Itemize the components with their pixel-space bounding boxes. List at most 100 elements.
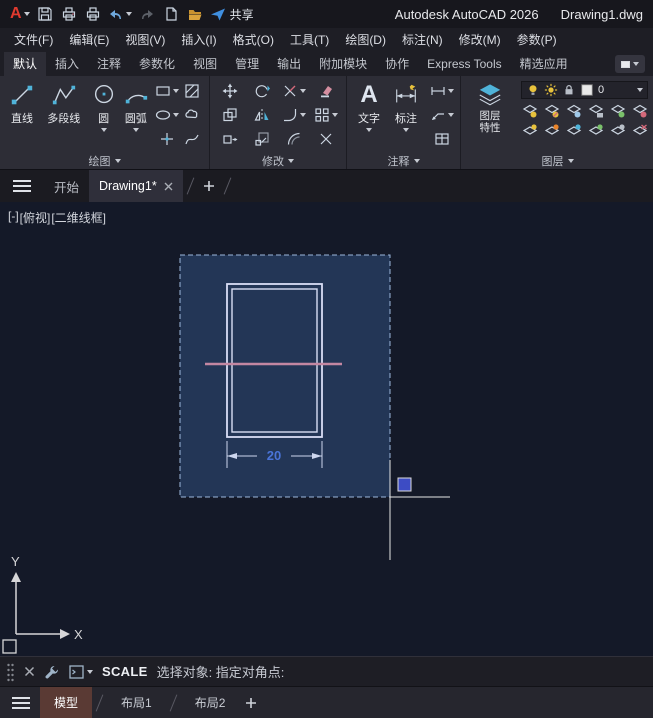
tab-layout1[interactable]: 布局1 bbox=[107, 687, 166, 718]
ribbon-tab-output[interactable]: 输出 bbox=[268, 52, 310, 76]
point-tool[interactable] bbox=[159, 131, 175, 147]
multileader-tool[interactable] bbox=[430, 107, 454, 123]
canvas-graphics: 20 Y X bbox=[2, 254, 450, 654]
menu-tools[interactable]: 工具(T) bbox=[282, 28, 337, 52]
menu-format[interactable]: 格式(O) bbox=[225, 28, 282, 52]
ribbon-tab-collaborate[interactable]: 协作 bbox=[376, 52, 418, 76]
new-drawing-button[interactable] bbox=[160, 3, 182, 25]
dimension-value: 20 bbox=[267, 448, 281, 463]
tab-model[interactable]: 模型 bbox=[40, 686, 93, 718]
menu-edit[interactable]: 编辑(E) bbox=[61, 28, 117, 52]
menu-draw[interactable]: 绘图(D) bbox=[337, 28, 394, 52]
wrench-icon[interactable] bbox=[44, 664, 60, 680]
text-tool[interactable]: A 文字 bbox=[351, 79, 387, 132]
spline-tool[interactable] bbox=[184, 131, 200, 147]
save-button[interactable] bbox=[34, 3, 56, 25]
ribbon-tab-insert[interactable]: 插入 bbox=[46, 52, 88, 76]
plus-icon bbox=[246, 697, 257, 708]
menu-insert[interactable]: 插入(I) bbox=[173, 28, 224, 52]
ribbon-tab-addins[interactable]: 附加模块 bbox=[310, 52, 376, 76]
undo-button[interactable] bbox=[106, 3, 134, 25]
ribbon-tab-parametric[interactable]: 参数化 bbox=[130, 52, 184, 76]
line-tool[interactable]: 直线 bbox=[4, 79, 40, 126]
layout-menu-button[interactable] bbox=[6, 690, 36, 716]
pickbox-cursor bbox=[397, 477, 412, 492]
stretch-tool[interactable] bbox=[222, 131, 238, 147]
tab-drawing1[interactable]: Drawing1* bbox=[89, 170, 183, 202]
recent-commands-button[interactable] bbox=[69, 664, 93, 679]
drag-grip-icon[interactable] bbox=[6, 662, 15, 682]
layer-delete-tool-icon[interactable] bbox=[632, 123, 648, 139]
ribbon-tab-home[interactable]: 默认 bbox=[4, 52, 47, 76]
layer-thaw-tool-icon[interactable] bbox=[544, 123, 560, 139]
ellipse-tool[interactable] bbox=[155, 107, 180, 123]
app-menu-button[interactable]: A bbox=[8, 3, 32, 25]
layer-walk-tool-icon[interactable] bbox=[588, 123, 604, 139]
layer-match-tool-icon[interactable] bbox=[610, 103, 626, 119]
table-tool[interactable] bbox=[434, 131, 450, 147]
layer-properties-tool[interactable]: 图层 特性 bbox=[465, 79, 515, 152]
layer-on-tool-icon[interactable] bbox=[522, 123, 538, 139]
open-button[interactable] bbox=[184, 3, 206, 25]
ribbon-tab-view[interactable]: 视图 bbox=[184, 52, 226, 76]
offset-tool[interactable] bbox=[286, 131, 302, 147]
panel-label-draw[interactable]: 绘图 bbox=[0, 152, 209, 169]
layer-select[interactable]: 0 bbox=[521, 81, 648, 99]
print-button[interactable] bbox=[82, 3, 104, 25]
menu-dimension[interactable]: 标注(N) bbox=[394, 28, 451, 52]
layer-lock-tool-icon[interactable] bbox=[588, 103, 604, 119]
add-layout-button[interactable] bbox=[239, 691, 263, 715]
layer-merge-tool-icon[interactable] bbox=[610, 123, 626, 139]
move-tool[interactable] bbox=[222, 83, 238, 99]
new-drawing-tab-button[interactable] bbox=[198, 175, 220, 197]
layer-freeze-tool-icon[interactable] bbox=[566, 103, 582, 119]
revision-cloud-tool[interactable] bbox=[184, 107, 200, 123]
tab-start[interactable]: 开始 bbox=[44, 170, 89, 202]
fillet-tool[interactable] bbox=[282, 107, 306, 123]
layer-off-tool-icon[interactable] bbox=[522, 103, 538, 119]
menu-parametric[interactable]: 参数(P) bbox=[509, 28, 565, 52]
menu-view[interactable]: 视图(V) bbox=[117, 28, 173, 52]
file-tabs-menu-button[interactable] bbox=[8, 174, 36, 198]
dimension-tool[interactable]: 标注 bbox=[387, 79, 425, 132]
tab-layout2[interactable]: 布局2 bbox=[181, 687, 240, 718]
polyline-tool[interactable]: 多段线 bbox=[40, 79, 87, 126]
close-icon[interactable] bbox=[24, 666, 35, 677]
layer-unlock-tool-icon[interactable] bbox=[566, 123, 582, 139]
menu-modify[interactable]: 修改(M) bbox=[451, 28, 509, 52]
draw-mini-tools bbox=[155, 79, 205, 151]
menu-file[interactable]: 文件(F) bbox=[6, 28, 61, 52]
rotate-tool[interactable] bbox=[254, 83, 270, 99]
drawing-canvas[interactable]: [-] [俯视] [二维线框] 20 Y X bbox=[0, 202, 653, 656]
close-icon[interactable] bbox=[164, 182, 173, 191]
plot-button[interactable] bbox=[58, 3, 80, 25]
linear-dimension-tool[interactable] bbox=[430, 83, 454, 99]
hatch-tool[interactable] bbox=[184, 83, 200, 99]
rectangle-tool[interactable] bbox=[155, 83, 180, 99]
trim-tool[interactable] bbox=[282, 83, 306, 99]
explode-tool[interactable] bbox=[318, 131, 334, 147]
ribbon-tab-featured[interactable]: 精选应用 bbox=[511, 52, 577, 76]
array-tool[interactable] bbox=[314, 107, 338, 123]
share-button[interactable]: 共享 bbox=[208, 3, 256, 25]
command-line[interactable]: SCALE 选择对象: 指定对角点: bbox=[0, 656, 653, 686]
autocad-window: A 共享 Autodesk AutoCAD 2026 Drawing1.dwg … bbox=[0, 0, 653, 718]
layers-icon bbox=[479, 84, 501, 106]
mirror-tool[interactable] bbox=[254, 107, 270, 123]
ribbon-display-toggle[interactable] bbox=[615, 55, 645, 73]
erase-tool[interactable] bbox=[318, 83, 334, 99]
scale-tool[interactable] bbox=[254, 131, 270, 147]
panel-label-layers[interactable]: 图层 bbox=[461, 152, 653, 169]
ribbon-tab-manage[interactable]: 管理 bbox=[226, 52, 268, 76]
redo-button[interactable] bbox=[136, 3, 158, 25]
ribbon-tab-annotate[interactable]: 注释 bbox=[88, 52, 130, 76]
layer-prev-tool-icon[interactable] bbox=[632, 103, 648, 119]
ribbon-tab-express[interactable]: Express Tools bbox=[418, 52, 510, 76]
arc-tool[interactable]: 圆弧 bbox=[120, 79, 152, 132]
chevron-down-icon bbox=[413, 158, 420, 163]
copy-tool[interactable] bbox=[222, 107, 238, 123]
panel-label-modify[interactable]: 修改 bbox=[210, 152, 346, 169]
panel-label-annotation[interactable]: 注释 bbox=[347, 152, 460, 169]
layer-isolate-tool-icon[interactable] bbox=[544, 103, 560, 119]
circle-tool[interactable]: 圆 bbox=[87, 79, 119, 132]
